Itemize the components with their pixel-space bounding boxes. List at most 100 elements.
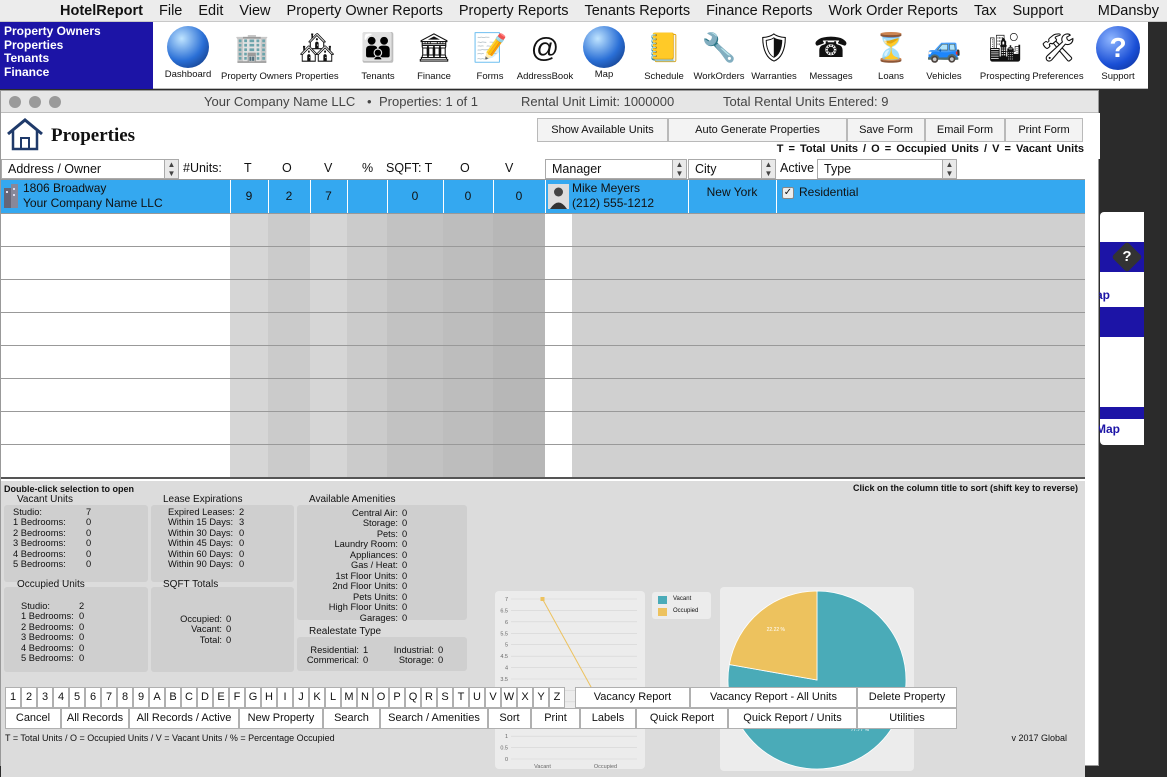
alpha-filter-r[interactable]: R bbox=[421, 687, 437, 708]
manager-sort[interactable]: Manager ▲ ▼ bbox=[545, 159, 687, 179]
cancel-button[interactable]: Cancel bbox=[5, 708, 61, 729]
toolbar-schedule-button[interactable]: 📒 Schedule bbox=[633, 24, 695, 82]
menu-tax[interactable]: Tax bbox=[966, 3, 1005, 19]
col-sqft-occupied[interactable]: O bbox=[460, 158, 470, 180]
vacancy-report-all-units-button[interactable]: Vacancy Report - All Units bbox=[690, 687, 857, 708]
email-form-button[interactable]: Email Form bbox=[925, 118, 1005, 142]
menu-support[interactable]: Support bbox=[1005, 3, 1072, 19]
toolbar-preferences-button[interactable]: 🛠 Preferences bbox=[1027, 24, 1089, 82]
menu-user[interactable]: MDansby bbox=[1090, 3, 1167, 19]
alpha-filter-7[interactable]: 7 bbox=[101, 687, 117, 708]
alpha-filter-f[interactable]: F bbox=[229, 687, 245, 708]
side-link[interactable]: ap bbox=[1096, 288, 1140, 302]
col-total[interactable]: T bbox=[244, 158, 252, 180]
alpha-filter-3[interactable]: 3 bbox=[37, 687, 53, 708]
side-map-link[interactable]: Map bbox=[1096, 422, 1140, 436]
alpha-filter-u[interactable]: U bbox=[469, 687, 485, 708]
toolbar-finance-button[interactable]: 🏛 Finance bbox=[403, 24, 465, 82]
nav-property-owners[interactable]: Property Owners bbox=[4, 24, 149, 39]
alpha-filter-9[interactable]: 9 bbox=[133, 687, 149, 708]
auto-generate-properties-button[interactable]: Auto Generate Properties bbox=[668, 118, 847, 142]
alpha-filter-8[interactable]: 8 bbox=[117, 687, 133, 708]
col-sqft-vacant[interactable]: V bbox=[505, 158, 513, 180]
alpha-filter-1[interactable]: 1 bbox=[5, 687, 21, 708]
alpha-filter-l[interactable]: L bbox=[325, 687, 341, 708]
menu-tenants-reports[interactable]: Tenants Reports bbox=[576, 3, 698, 19]
toolbar-map-button[interactable]: Map bbox=[573, 24, 635, 80]
col-active[interactable]: Active bbox=[780, 158, 814, 180]
alpha-filter-d[interactable]: D bbox=[197, 687, 213, 708]
help-icon[interactable]: ? bbox=[1111, 241, 1143, 273]
menu-finance-reports[interactable]: Finance Reports bbox=[698, 3, 820, 19]
quick-report-units-button[interactable]: Quick Report / Units bbox=[728, 708, 857, 729]
menu-property-owner-reports[interactable]: Property Owner Reports bbox=[279, 3, 451, 19]
alpha-filter-a[interactable]: A bbox=[149, 687, 165, 708]
alpha-filter-k[interactable]: K bbox=[309, 687, 325, 708]
menu-file[interactable]: File bbox=[151, 3, 190, 19]
quick-report-button[interactable]: Quick Report bbox=[636, 708, 728, 729]
alpha-filter-5[interactable]: 5 bbox=[69, 687, 85, 708]
all-records-button[interactable]: All Records bbox=[61, 708, 129, 729]
search-button[interactable]: Search bbox=[323, 708, 380, 729]
alpha-filter-o[interactable]: O bbox=[373, 687, 389, 708]
col-sqft-total[interactable]: SQFT: T bbox=[386, 158, 432, 180]
close-button[interactable] bbox=[9, 96, 21, 108]
address-owner-sort[interactable]: Address / Owner ▲ ▼ bbox=[1, 159, 179, 179]
alpha-filter-q[interactable]: Q bbox=[405, 687, 421, 708]
alpha-filter-6[interactable]: 6 bbox=[85, 687, 101, 708]
alpha-filter-i[interactable]: I bbox=[277, 687, 293, 708]
utilities-button[interactable]: Utilities bbox=[857, 708, 957, 729]
menu-property-reports[interactable]: Property Reports bbox=[451, 3, 577, 19]
sort-button[interactable]: Sort bbox=[488, 708, 531, 729]
alpha-filter-c[interactable]: C bbox=[181, 687, 197, 708]
alpha-filter-g[interactable]: G bbox=[245, 687, 261, 708]
toolbar-workorders-button[interactable]: 🔧 WorkOrders bbox=[688, 24, 750, 82]
table-row[interactable]: 1806 Broadway Your Company Name LLC 9 2 … bbox=[1, 180, 1085, 213]
toolbar-forms-button[interactable]: 📝 Forms bbox=[459, 24, 521, 82]
labels-button[interactable]: Labels bbox=[580, 708, 636, 729]
type-sort[interactable]: Type ▲ ▼ bbox=[817, 159, 957, 179]
menu-app[interactable]: HotelReport bbox=[52, 3, 151, 19]
toolbar-properties-button[interactable]: 🏘 Properties bbox=[286, 24, 348, 82]
alpha-filter-j[interactable]: J bbox=[293, 687, 309, 708]
nav-properties[interactable]: Properties bbox=[4, 38, 149, 53]
col-units[interactable]: #Units: bbox=[183, 158, 222, 180]
alpha-filter-n[interactable]: N bbox=[357, 687, 373, 708]
toolbar-messages-button[interactable]: ☎ Messages bbox=[800, 24, 862, 82]
toolbar-dashboard-button[interactable]: Dashboard bbox=[157, 24, 219, 80]
alpha-filter-p[interactable]: P bbox=[389, 687, 405, 708]
alpha-filter-w[interactable]: W bbox=[501, 687, 517, 708]
nav-finance[interactable]: Finance bbox=[4, 65, 149, 80]
alpha-filter-y[interactable]: Y bbox=[533, 687, 549, 708]
all-records-active-button[interactable]: All Records / Active bbox=[129, 708, 239, 729]
col-occupied[interactable]: O bbox=[282, 158, 292, 180]
toolbar-tenants-button[interactable]: 👪 Tenants bbox=[347, 24, 409, 82]
search-amenities-button[interactable]: Search / Amenities bbox=[380, 708, 488, 729]
menu-view[interactable]: View bbox=[231, 3, 278, 19]
delete-property-button[interactable]: Delete Property bbox=[857, 687, 957, 708]
menu-edit[interactable]: Edit bbox=[190, 3, 231, 19]
alpha-filter-b[interactable]: B bbox=[165, 687, 181, 708]
alpha-filter-x[interactable]: X bbox=[517, 687, 533, 708]
vacancy-report-button[interactable]: Vacancy Report bbox=[575, 687, 690, 708]
alpha-filter-2[interactable]: 2 bbox=[21, 687, 37, 708]
alpha-filter-4[interactable]: 4 bbox=[53, 687, 69, 708]
new-property-button[interactable]: New Property bbox=[239, 708, 323, 729]
alpha-filter-s[interactable]: S bbox=[437, 687, 453, 708]
col-vacant[interactable]: V bbox=[324, 158, 332, 180]
alpha-filter-t[interactable]: T bbox=[453, 687, 469, 708]
toolbar-support-button[interactable]: ? Support bbox=[1087, 24, 1149, 82]
show-available-units-button[interactable]: Show Available Units bbox=[537, 118, 668, 142]
toolbar-vehicles-button[interactable]: 🚙 Vehicles bbox=[913, 24, 975, 82]
toolbar-property-owners-button[interactable]: 🏢 Property Owners bbox=[221, 24, 292, 82]
toolbar-addressbook-button[interactable]: @ AddressBook bbox=[514, 24, 576, 82]
print-form-button[interactable]: Print Form bbox=[1005, 118, 1083, 142]
print-button[interactable]: Print bbox=[531, 708, 580, 729]
nav-tenants[interactable]: Tenants bbox=[4, 51, 149, 66]
menu-work-order-reports[interactable]: Work Order Reports bbox=[820, 3, 965, 19]
alpha-filter-e[interactable]: E bbox=[213, 687, 229, 708]
toolbar-warranties-button[interactable]: 🛡 Warranties bbox=[743, 24, 805, 82]
col-percent[interactable]: % bbox=[362, 158, 373, 180]
alpha-filter-z[interactable]: Z bbox=[549, 687, 565, 708]
alpha-filter-m[interactable]: M bbox=[341, 687, 357, 708]
